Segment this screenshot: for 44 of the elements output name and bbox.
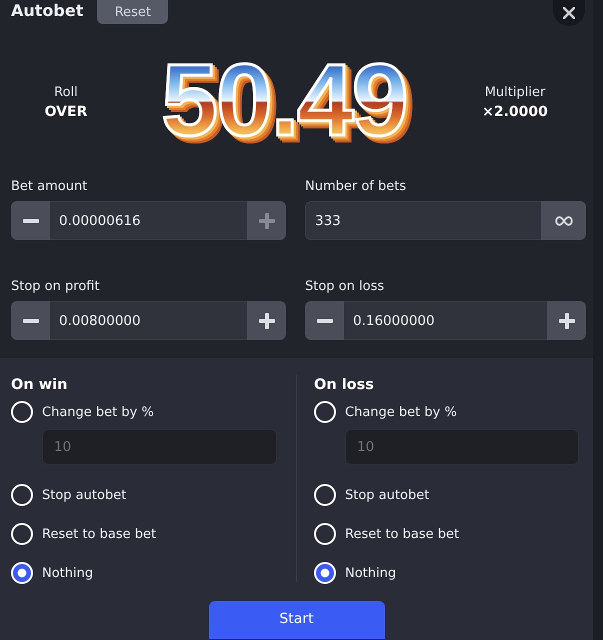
amount-input[interactable]: 0.16000000 xyxy=(344,301,547,340)
field-label: Number of bets xyxy=(305,178,408,195)
close-button[interactable] xyxy=(553,0,585,26)
option-label[interactable]: Reset to base bet xyxy=(345,526,460,542)
radio-button[interactable] xyxy=(11,484,33,506)
start-button[interactable]: Start xyxy=(208,601,384,639)
decrease-button[interactable] xyxy=(305,301,344,340)
field-label: Stop on profit xyxy=(11,278,101,295)
option-label[interactable]: Stop autobet xyxy=(42,488,126,502)
radio-button[interactable] xyxy=(314,484,336,506)
infinity-button[interactable] xyxy=(541,201,586,240)
option-label[interactable]: Stop autobet xyxy=(345,488,430,502)
radio-button[interactable] xyxy=(11,523,33,545)
minus-icon xyxy=(22,218,38,222)
count-input[interactable]: 333 xyxy=(305,201,541,240)
option-label[interactable]: Nothing xyxy=(42,566,94,580)
decrease-button[interactable] xyxy=(11,301,50,340)
section-title: On win xyxy=(11,376,68,395)
infinity-icon xyxy=(554,216,572,226)
plus-icon xyxy=(258,212,274,228)
increase-button[interactable] xyxy=(247,301,286,340)
option-label[interactable]: Reset to base bet xyxy=(42,526,156,542)
field-label: Bet amount xyxy=(11,178,88,195)
increase-button[interactable] xyxy=(547,301,586,340)
radio-button[interactable] xyxy=(314,562,336,584)
option-label[interactable]: Nothing xyxy=(345,566,396,580)
decrease-button[interactable] xyxy=(11,201,50,240)
minus-icon xyxy=(316,318,332,322)
amount-input[interactable]: 0.00000616 xyxy=(50,201,247,240)
multiplier-label: Multiplier xyxy=(484,84,546,100)
radio-button[interactable] xyxy=(11,562,33,584)
field-label: Stop on loss xyxy=(305,278,386,295)
panel-title: Autobet xyxy=(11,1,84,21)
plus-icon xyxy=(258,312,274,328)
reset-button[interactable]: Reset xyxy=(97,0,168,24)
radio-button[interactable] xyxy=(314,523,336,545)
section-title: On loss xyxy=(314,376,375,395)
close-icon xyxy=(563,7,575,19)
roll-direction: OVER xyxy=(44,104,88,120)
multiplier-value: ×2.0000 xyxy=(482,104,548,120)
plus-icon xyxy=(558,312,574,328)
minus-icon xyxy=(22,318,38,322)
amount-input[interactable]: 0.00800000 xyxy=(50,301,247,340)
roll-label: Roll xyxy=(54,84,78,100)
